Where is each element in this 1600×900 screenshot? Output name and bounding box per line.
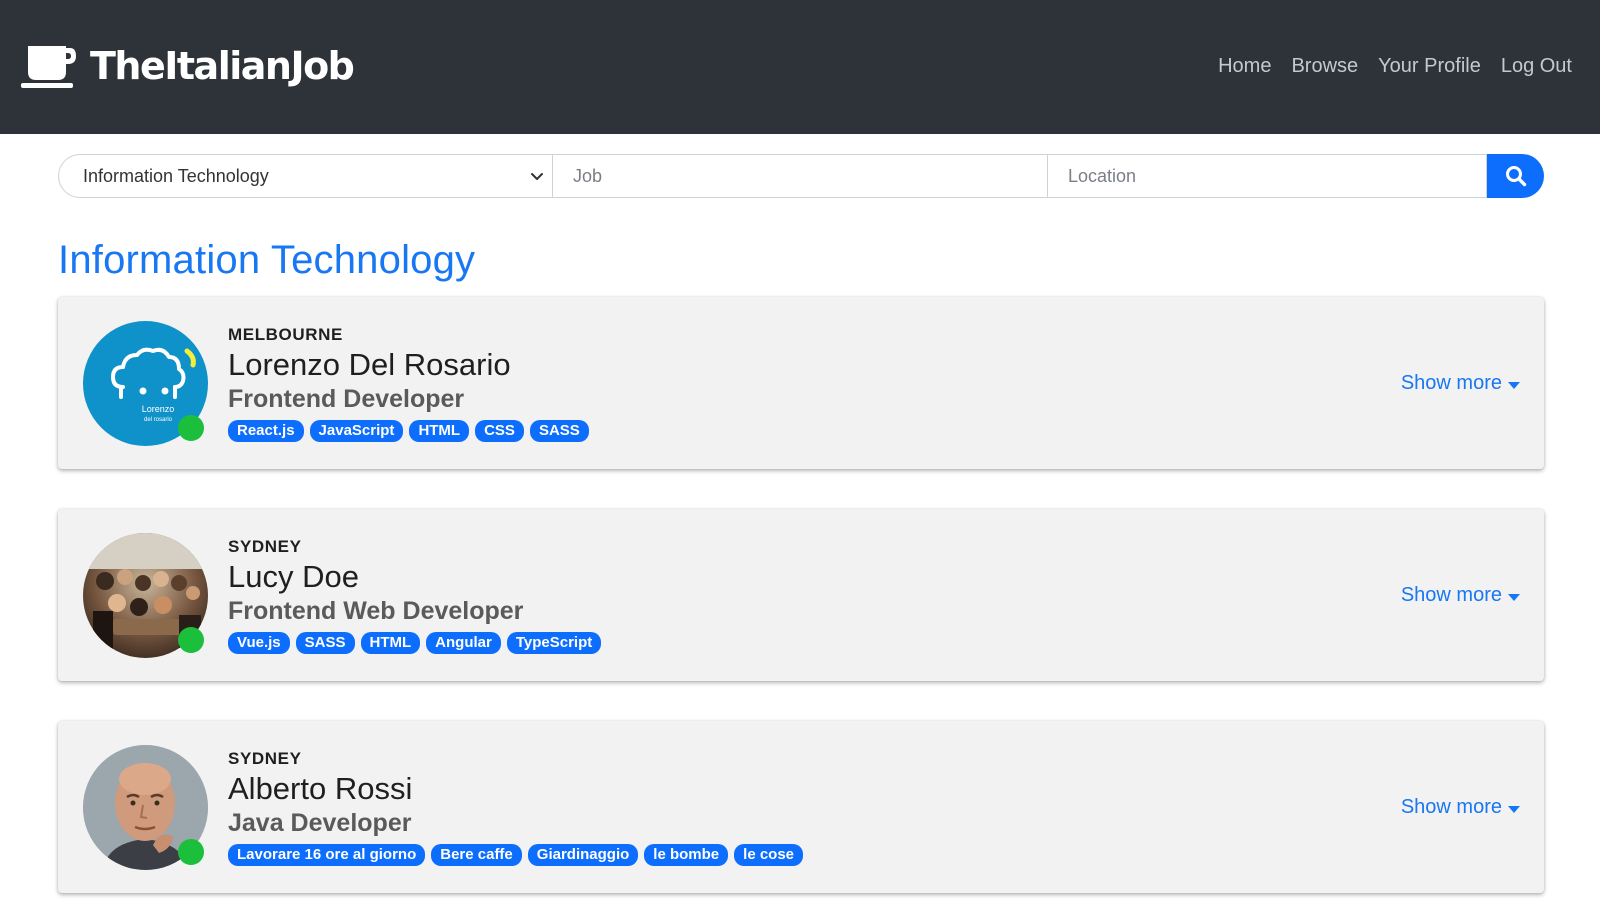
nav-home[interactable]: Home: [1218, 55, 1271, 78]
avatar-text-line1: Lorenzo: [142, 404, 175, 414]
skill-tag: TypeScript: [506, 632, 602, 654]
search-button[interactable]: [1487, 154, 1544, 198]
avatar-text-line2: del rosario: [144, 417, 173, 423]
skill-tag: React.js: [228, 420, 304, 442]
location-input[interactable]: [1048, 154, 1487, 198]
skill-tag: Angular: [426, 632, 501, 654]
nav-log-out[interactable]: Log Out: [1501, 55, 1572, 78]
job-input[interactable]: [553, 154, 1048, 198]
candidate-info: SYDNEY Alberto Rossi Java Developer Lavo…: [228, 749, 804, 866]
skill-tag: Bere caffe: [431, 844, 522, 866]
candidate-role: Frontend Web Developer: [228, 597, 524, 625]
candidate-role: Java Developer: [228, 809, 412, 837]
nav-browse[interactable]: Browse: [1291, 55, 1358, 78]
candidate-role: Frontend Developer: [228, 385, 465, 413]
candidate-card[interactable]: SYDNEY Alberto Rossi Java Developer Lavo…: [58, 721, 1544, 893]
show-more-label: Show more: [1400, 584, 1502, 606]
candidate-city: MELBOURNE: [228, 325, 343, 344]
skill-tag: SASS: [295, 632, 355, 654]
online-status-dot: [178, 627, 204, 653]
skill-tag: CSS: [475, 420, 524, 442]
caret-down-icon: [1508, 594, 1520, 601]
top-navbar: TheItalianJob Home Browse Your Profile L…: [0, 0, 1600, 134]
candidate-name[interactable]: Alberto Rossi: [228, 771, 803, 807]
search-bar: Information Technology: [58, 154, 1544, 198]
coffee-cup-icon: [21, 46, 76, 88]
candidate-city: SYDNEY: [228, 749, 302, 768]
show-more-label: Show more: [1400, 372, 1502, 394]
brand-logo[interactable]: TheItalianJob: [20, 38, 355, 94]
online-status-dot: [178, 415, 204, 441]
category-select[interactable]: Information Technology: [58, 154, 553, 198]
avatar[interactable]: [83, 745, 208, 870]
caret-down-icon: [1508, 806, 1520, 813]
search-icon: [1505, 166, 1526, 187]
skill-tag: HTML: [360, 632, 421, 654]
skill-tags: React.js JavaScript HTML CSS SASS: [228, 420, 589, 442]
category-select-value[interactable]: Information Technology: [58, 154, 553, 198]
brand-name: TheItalianJob: [90, 44, 355, 88]
skill-tag: le bombe: [644, 844, 729, 866]
chevron-down-icon: [531, 173, 543, 180]
skill-tag: Lavorare 16 ore al giorno: [228, 844, 426, 866]
skill-tags: Lavorare 16 ore al giorno Bere caffe Gia…: [228, 844, 804, 866]
skill-tags: Vue.js SASS HTML Angular TypeScript: [228, 632, 602, 654]
nav-your-profile[interactable]: Your Profile: [1378, 55, 1481, 78]
skill-tag: JavaScript: [309, 420, 404, 442]
candidate-name[interactable]: Lorenzo Del Rosario: [228, 347, 589, 383]
show-more-toggle[interactable]: Show more: [1401, 584, 1520, 607]
candidate-city: SYDNEY: [228, 537, 302, 556]
main-nav: Home Browse Your Profile Log Out: [1218, 55, 1572, 78]
candidate-card[interactable]: Lorenzo del rosario MELBOURNE Lorenzo De…: [58, 297, 1544, 469]
skill-tag: le cose: [734, 844, 804, 866]
candidate-info: SYDNEY Lucy Doe Frontend Web Developer V…: [228, 537, 602, 654]
page-title: Information Technology: [58, 238, 476, 282]
skill-tag: Giardinaggio: [527, 844, 639, 866]
show-more-toggle[interactable]: Show more: [1401, 372, 1520, 395]
show-more-label: Show more: [1400, 796, 1502, 818]
avatar[interactable]: Lorenzo del rosario: [83, 321, 208, 446]
avatar[interactable]: [83, 533, 208, 658]
caret-down-icon: [1508, 382, 1520, 389]
skill-tag: Vue.js: [228, 632, 290, 654]
candidate-card[interactable]: SYDNEY Lucy Doe Frontend Web Developer V…: [58, 509, 1544, 681]
skill-tag: SASS: [529, 420, 589, 442]
show-more-toggle[interactable]: Show more: [1401, 796, 1520, 819]
candidate-info: MELBOURNE Lorenzo Del Rosario Frontend D…: [228, 325, 589, 442]
candidate-name[interactable]: Lucy Doe: [228, 559, 601, 595]
online-status-dot: [178, 839, 204, 865]
skill-tag: HTML: [409, 420, 470, 442]
